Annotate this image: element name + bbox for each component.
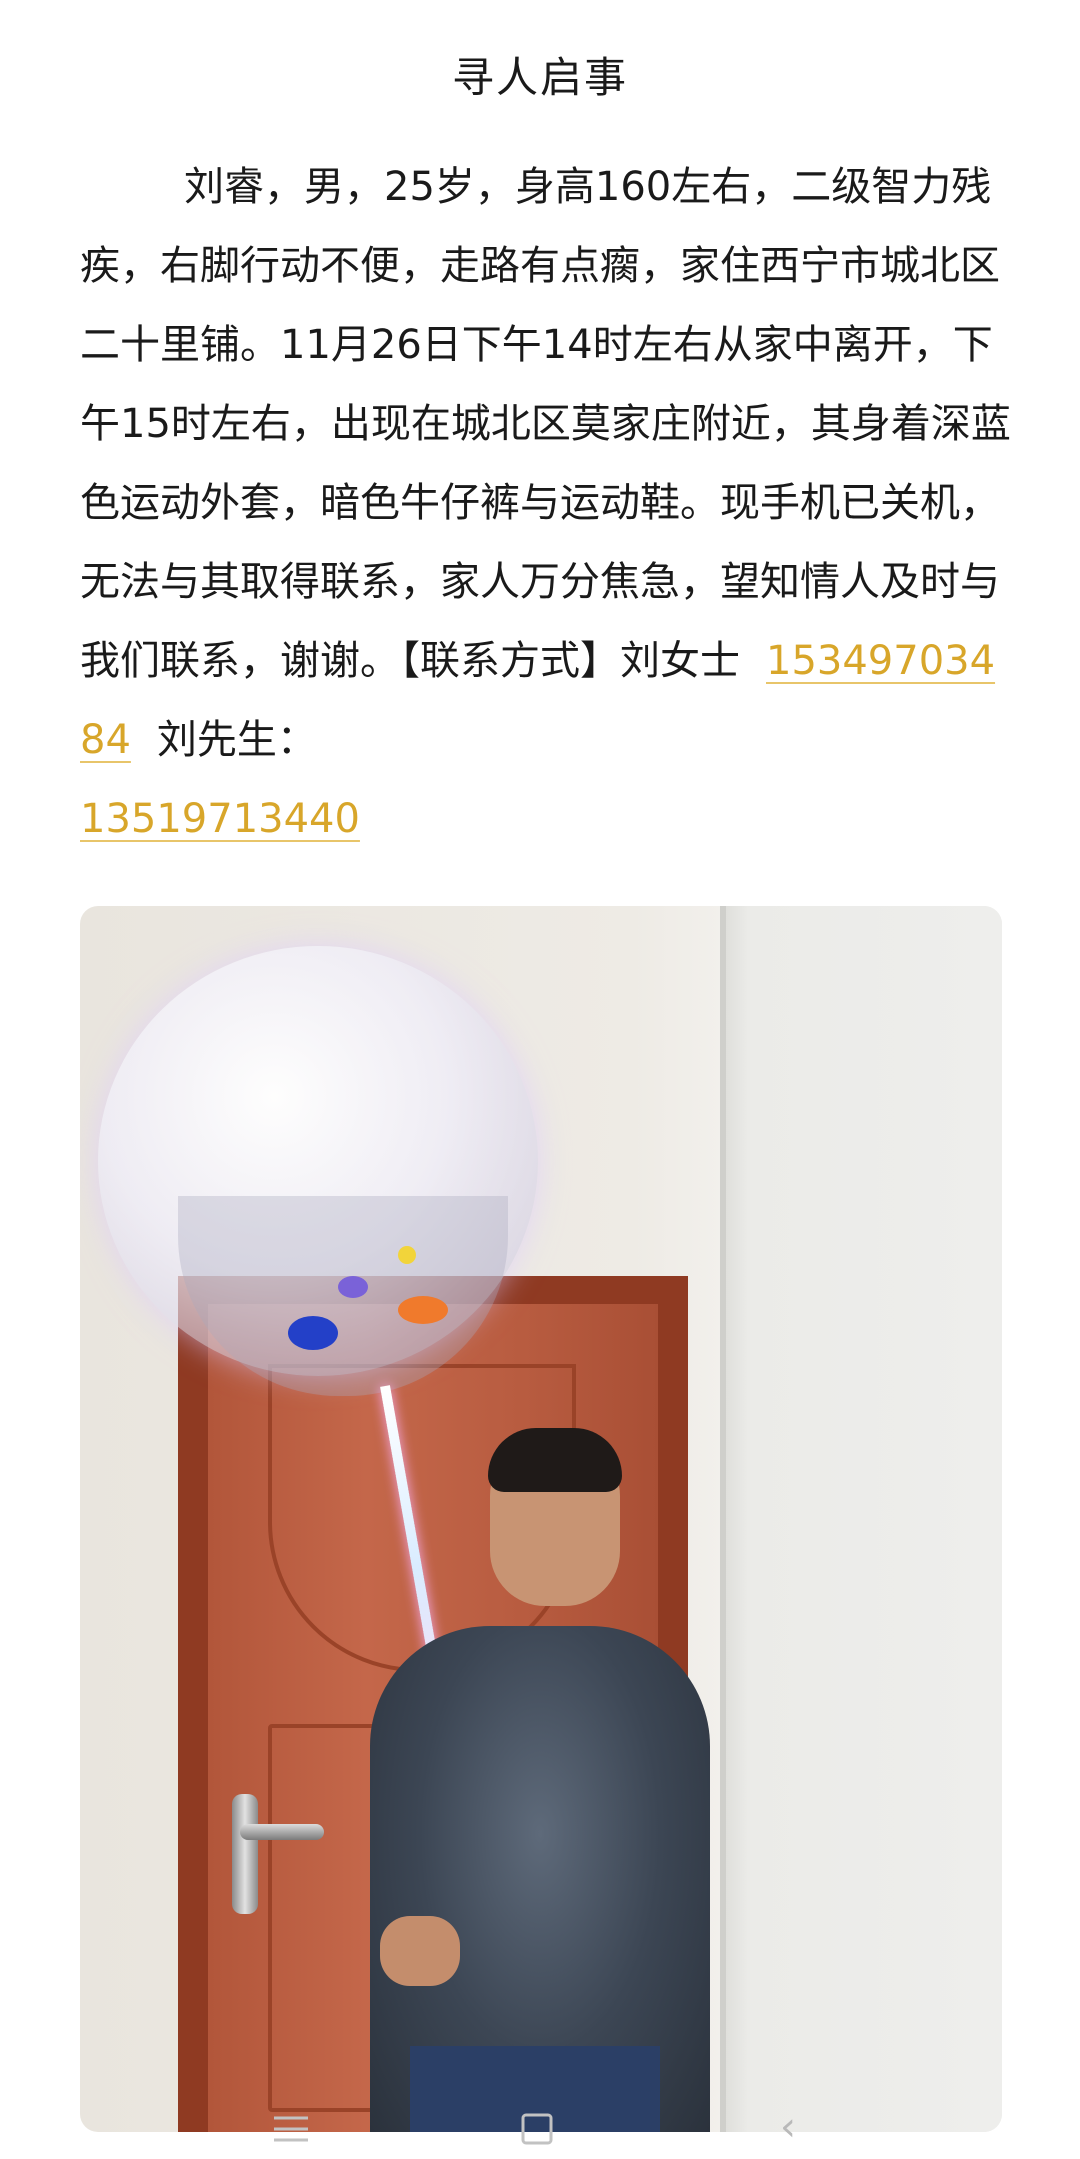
confetti-purple	[338, 1276, 368, 1298]
notice-title: 寻人启事	[451, 53, 628, 102]
door-handle-plate	[232, 1794, 258, 1914]
person-hand	[380, 1916, 460, 1986]
person-hair	[488, 1428, 622, 1492]
confetti-blue	[288, 1316, 338, 1350]
door-handle	[240, 1824, 324, 1840]
system-nav-bar: ‹	[0, 2095, 1080, 2159]
photo-wall-edge	[720, 906, 726, 2132]
phone-link-2[interactable]: 13519713440	[80, 796, 360, 842]
home-icon[interactable]	[520, 2095, 554, 2159]
contact-2-label: 刘先生：	[156, 717, 317, 763]
confetti-yellow	[398, 1246, 416, 1264]
photo-wall	[720, 906, 1002, 2132]
notice-description: 刘睿，男，25岁，身高160左右，二级智力残疾，右脚行动不便，走路有点瘸，家住西…	[80, 164, 1011, 684]
menu-icon[interactable]	[272, 2095, 310, 2159]
back-icon[interactable]: ‹	[780, 2095, 796, 2159]
confetti-orange	[398, 1296, 448, 1324]
missing-person-photo[interactable]	[80, 906, 1002, 2132]
notice-body: 刘睿，男，25岁，身高160左右，二级智力残疾，右脚行动不便，走路有点瘸，家住西…	[80, 148, 1020, 859]
balloon	[98, 946, 538, 1396]
